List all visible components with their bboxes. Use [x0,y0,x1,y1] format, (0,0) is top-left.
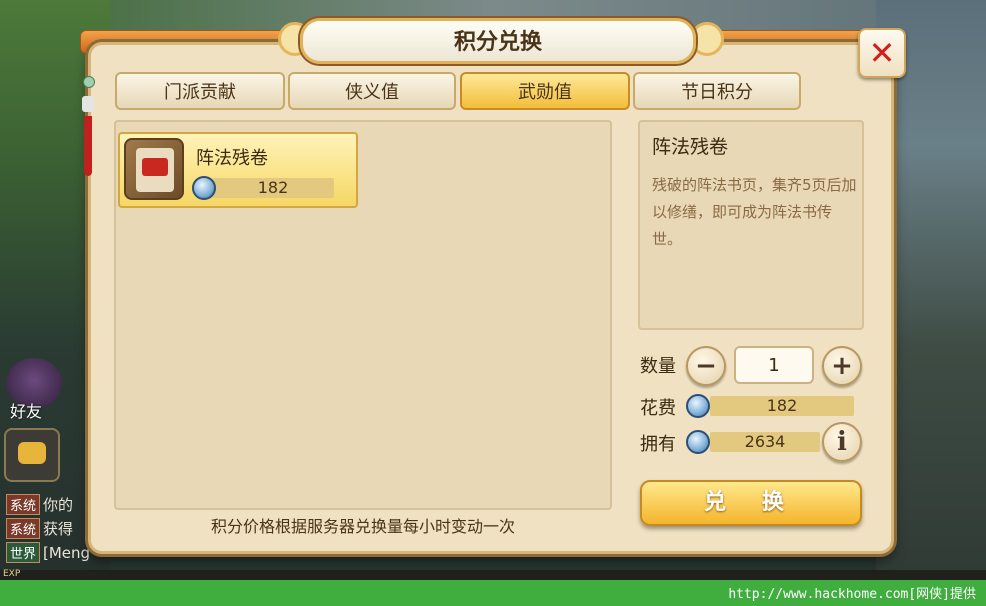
quantity-input[interactable] [734,346,814,384]
item-price: 182 [257,178,289,197]
footer-credit: http://www.hackhome.com[网侠]提供 [728,587,976,602]
detail-description: 残破的阵法书页，集齐5页后加以修缮，即可成为阵法书传世。 [652,176,857,248]
item-name: 阵法残卷 [196,148,268,169]
info-icon: i [837,427,847,457]
fringe-icon [84,116,92,176]
chat-channel-tag: 世界 [6,542,41,563]
chat-button[interactable] [4,428,60,482]
tab-festival-points[interactable]: 节日积分 [633,72,801,110]
exchange-button[interactable]: 兑 换 [640,480,862,526]
detail-title: 阵法残卷 [652,136,729,158]
price-hint: 积分价格根据服务器兑换量每小时变动一次 [210,517,515,536]
exp-label: EXP [3,569,21,579]
chat-text: 获得 [43,520,74,538]
quantity-label: 数量 [640,356,676,377]
cost-value: 182 [710,396,854,416]
dialog-title: 积分兑换 [453,30,542,55]
tab-merit[interactable]: 武勋值 [460,72,630,110]
silver-coin-icon [686,430,710,454]
owned-label: 拥有 [640,434,676,455]
silver-coin-icon [686,394,710,418]
minus-icon: − [695,351,717,381]
chat-text: 你的 [43,496,74,514]
cost-label: 花费 [640,398,676,419]
chat-bubble-icon [18,442,46,464]
exp-bar [0,570,986,580]
decrease-button[interactable]: − [686,346,726,386]
tassel-decoration [80,76,96,186]
scroll-icon [124,138,184,200]
bead-icon [83,76,95,88]
close-button[interactable]: ✕ [858,28,906,78]
chat-channel-tag: 系统 [6,518,41,539]
friend-label: 好友 [10,402,43,421]
info-button[interactable]: i [822,422,862,462]
chat-line: 系统 你的 [6,494,73,515]
plus-icon: + [831,351,853,381]
close-icon: ✕ [868,34,896,72]
knot-icon [82,96,94,112]
owned-value: 2634 [710,432,820,452]
chat-channel-tag: 系统 [6,494,41,515]
increase-button[interactable]: + [822,346,862,386]
tab-sect-contribution[interactable]: 门派贡献 [115,72,285,110]
chat-line: 系统 获得 [6,518,73,539]
tab-chivalry[interactable]: 侠义值 [288,72,456,110]
